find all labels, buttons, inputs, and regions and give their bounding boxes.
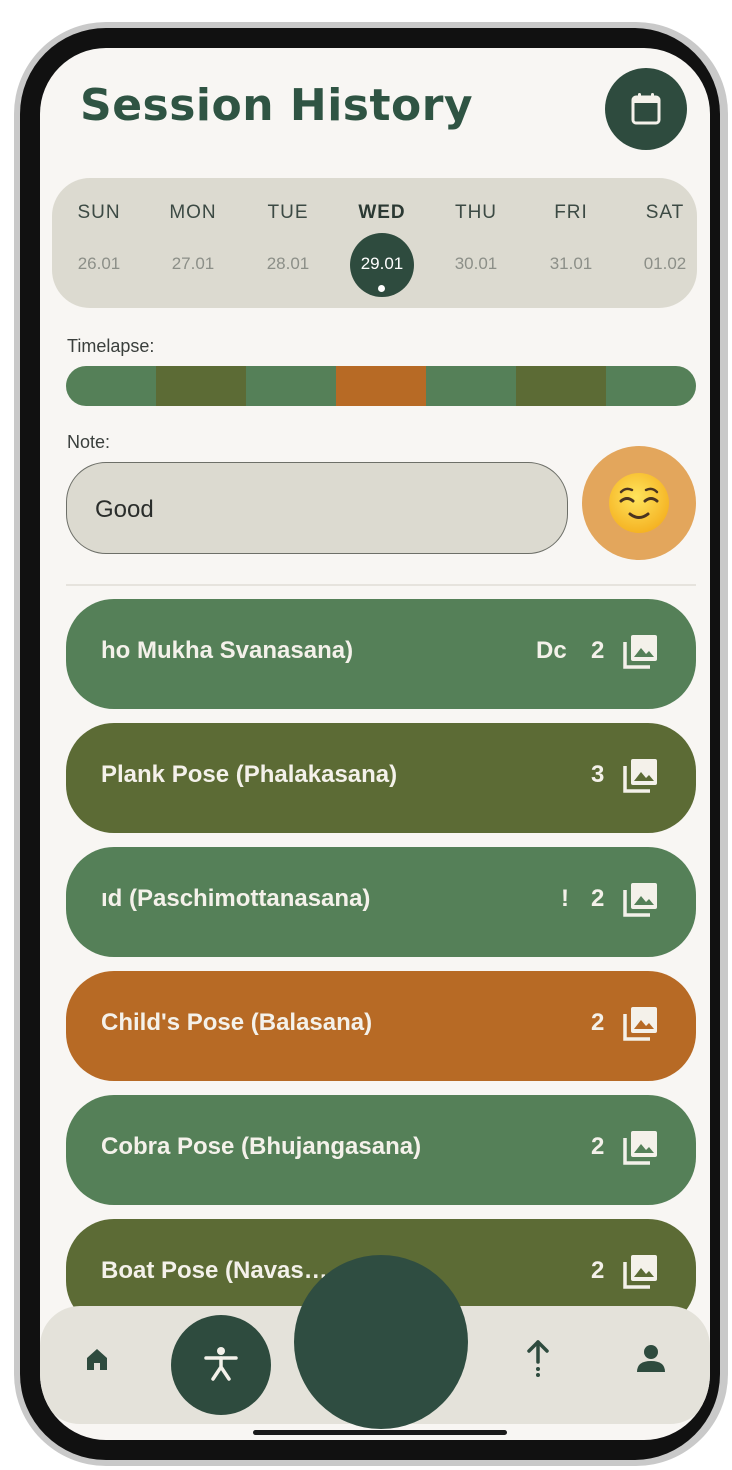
timelapse-segment bbox=[246, 366, 336, 406]
day-wednesday[interactable]: WED 29.01 bbox=[347, 178, 417, 308]
pose-photo-count: 3 bbox=[591, 761, 605, 788]
pose-card[interactable]: Cobra Pose (Bhujangasana) 2 bbox=[66, 1095, 696, 1205]
day-name: WED bbox=[358, 202, 406, 223]
timelapse-segment bbox=[156, 366, 246, 406]
pose-name: Cobra Pose (Bhujangasana) bbox=[101, 1133, 422, 1160]
nav-home[interactable] bbox=[82, 1344, 112, 1379]
pose-card[interactable]: ho Mukha Svanasana) Dc 2 bbox=[66, 599, 696, 709]
pose-name: ho Mukha Svanasana) bbox=[101, 637, 354, 664]
timelapse-label: Timelapse: bbox=[67, 336, 155, 356]
pose-name-overflow: Dc bbox=[536, 637, 567, 664]
day-monday[interactable]: MON 27.01 bbox=[158, 178, 228, 308]
page-title: Session History bbox=[80, 80, 474, 131]
pose-photo-count: 2 bbox=[591, 637, 605, 664]
day-date: 27.01 bbox=[171, 254, 215, 273]
pose-card[interactable]: Plank Pose (Phalakasana) 3 bbox=[66, 723, 696, 833]
timelapse-segment bbox=[336, 366, 426, 406]
day-name: THU bbox=[454, 202, 498, 223]
photo-library-icon bbox=[623, 883, 657, 917]
home-icon bbox=[87, 1349, 107, 1370]
pose-name: ıd (Paschimottanasana) bbox=[101, 885, 371, 912]
photo-library-icon bbox=[623, 759, 657, 793]
day-date: 29.01 bbox=[360, 254, 404, 273]
day-date: 28.01 bbox=[266, 254, 310, 273]
pose-name: Boat Pose (Navas… bbox=[101, 1257, 328, 1284]
pose-card[interactable]: ıd (Paschimottanasana) ! 2 bbox=[66, 847, 696, 957]
nav-upload[interactable] bbox=[524, 1338, 552, 1383]
photo-library-icon bbox=[623, 1007, 657, 1041]
note-value: Good bbox=[95, 496, 154, 523]
relieved-face-emoji-icon bbox=[609, 473, 669, 533]
timelapse-segment bbox=[426, 366, 516, 406]
profile-icon bbox=[637, 1345, 665, 1372]
timelapse-segment bbox=[606, 366, 696, 406]
day-saturday[interactable]: SAT 01.02 bbox=[630, 178, 700, 308]
nav-exercise[interactable] bbox=[171, 1315, 271, 1415]
note-field[interactable]: Good bbox=[66, 462, 568, 554]
timelapse-bar bbox=[66, 366, 696, 406]
calendar-icon bbox=[631, 93, 661, 125]
week-selector: SUN 26.01 MON 27.01 TUE 28.01 WED 29.01 … bbox=[52, 178, 697, 308]
day-sunday[interactable]: SUN 26.01 bbox=[64, 178, 134, 308]
day-thursday[interactable]: THU 30.01 bbox=[441, 178, 511, 308]
pose-photo-count: 2 bbox=[591, 885, 605, 912]
day-date: 30.01 bbox=[454, 254, 498, 273]
pose-photo-count: 2 bbox=[591, 1133, 605, 1160]
pose-photo-count: 2 bbox=[591, 1009, 605, 1036]
day-date: 01.02 bbox=[643, 254, 687, 273]
nav-profile[interactable] bbox=[635, 1342, 667, 1379]
calendar-button[interactable] bbox=[605, 68, 687, 150]
upload-arrow-icon bbox=[527, 1340, 549, 1377]
day-tuesday[interactable]: TUE 28.01 bbox=[253, 178, 323, 308]
day-name: SUN bbox=[77, 202, 121, 223]
day-date: 26.01 bbox=[77, 254, 121, 273]
note-label: Note: bbox=[67, 432, 111, 452]
day-name: FRI bbox=[554, 202, 588, 223]
center-action-button[interactable] bbox=[294, 1255, 468, 1429]
exercise-icon bbox=[204, 1347, 238, 1381]
photo-library-icon bbox=[623, 635, 657, 669]
photo-library-icon bbox=[623, 1131, 657, 1165]
day-name: MON bbox=[169, 202, 217, 223]
day-name: TUE bbox=[267, 202, 309, 223]
pose-name-overflow: ! bbox=[561, 885, 569, 912]
pose-card[interactable]: Child's Pose (Balasana) 2 bbox=[66, 971, 696, 1081]
photo-library-icon bbox=[623, 1255, 657, 1289]
home-indicator bbox=[253, 1430, 507, 1435]
timelapse-segment bbox=[516, 366, 606, 406]
pose-photo-count: 2 bbox=[591, 1257, 605, 1284]
pose-name: Child's Pose (Balasana) bbox=[101, 1009, 373, 1036]
day-friday[interactable]: FRI 31.01 bbox=[536, 178, 606, 308]
mood-button[interactable] bbox=[582, 446, 696, 560]
pose-name: Plank Pose (Phalakasana) bbox=[101, 761, 398, 788]
section-divider bbox=[66, 584, 696, 586]
activity-dot bbox=[378, 285, 385, 292]
app-screen: Session History SUN 26.01 MON 27.01 TUE … bbox=[40, 48, 710, 1440]
timelapse-segment bbox=[66, 366, 156, 406]
day-name: SAT bbox=[645, 202, 685, 223]
day-date: 31.01 bbox=[549, 254, 593, 273]
